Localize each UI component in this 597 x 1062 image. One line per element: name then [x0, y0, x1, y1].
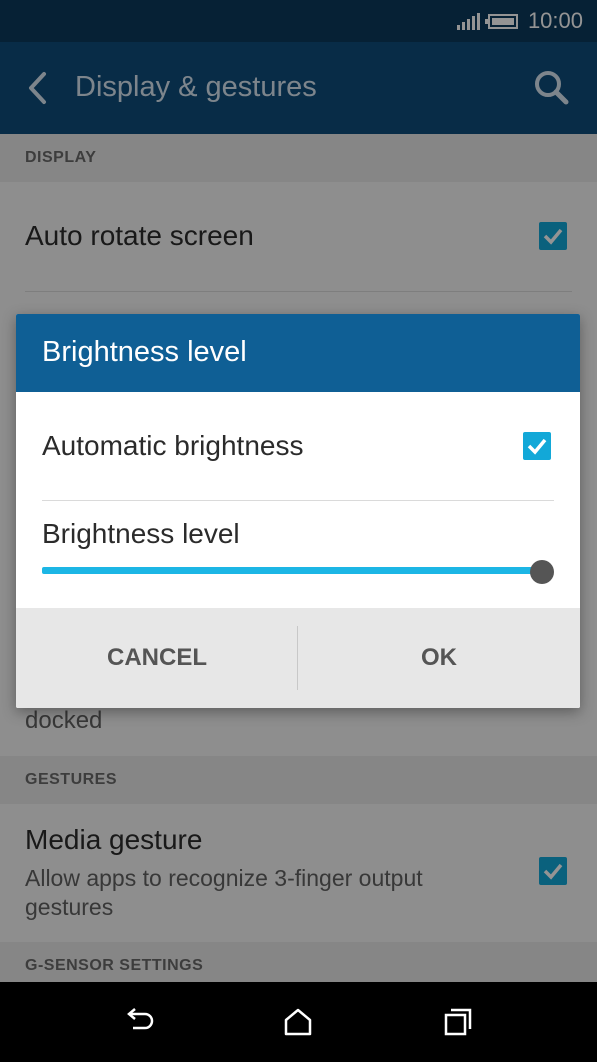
- home-icon[interactable]: [280, 1004, 316, 1040]
- divider: [42, 500, 554, 501]
- brightness-dialog: Brightness level Automatic brightness Br…: [16, 314, 580, 708]
- brightness-slider-thumb[interactable]: [530, 560, 554, 584]
- automatic-brightness-checkbox[interactable]: [523, 432, 551, 460]
- dialog-button-bar: CANCEL OK: [16, 608, 580, 708]
- cancel-button[interactable]: CANCEL: [16, 608, 298, 708]
- dialog-header: Brightness level: [16, 314, 580, 392]
- back-icon[interactable]: [121, 1004, 157, 1040]
- automatic-brightness-label[interactable]: Automatic brightness: [42, 430, 303, 462]
- brightness-level-label: Brightness level: [42, 518, 240, 549]
- ok-button[interactable]: OK: [298, 608, 580, 708]
- brightness-slider-track[interactable]: [42, 567, 542, 574]
- dialog-title: Brightness level: [42, 336, 247, 368]
- recents-icon[interactable]: [440, 1004, 476, 1040]
- navigation-bar: [0, 982, 597, 1062]
